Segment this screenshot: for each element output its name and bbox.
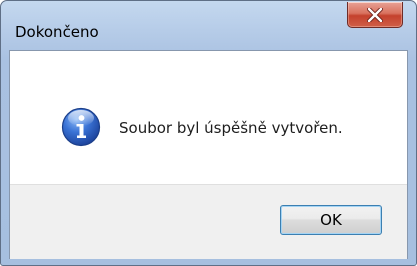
- info-icon: [61, 107, 101, 147]
- title-bar[interactable]: Dokončeno: [1, 1, 416, 51]
- message-dialog: Dokončeno Soubor byl úspěšně vytvořen. O…: [0, 0, 417, 266]
- message-text: Soubor byl úspěšně vytvořen.: [119, 119, 343, 137]
- close-icon: [367, 7, 383, 22]
- dialog-body: Soubor byl úspěšně vytvořen. OK: [9, 50, 408, 259]
- button-bar: OK: [10, 184, 407, 259]
- message-area: Soubor byl úspěšně vytvořen.: [10, 51, 407, 184]
- window-title: Dokončeno: [15, 23, 99, 41]
- ok-button[interactable]: OK: [280, 205, 382, 235]
- close-button[interactable]: [347, 2, 403, 28]
